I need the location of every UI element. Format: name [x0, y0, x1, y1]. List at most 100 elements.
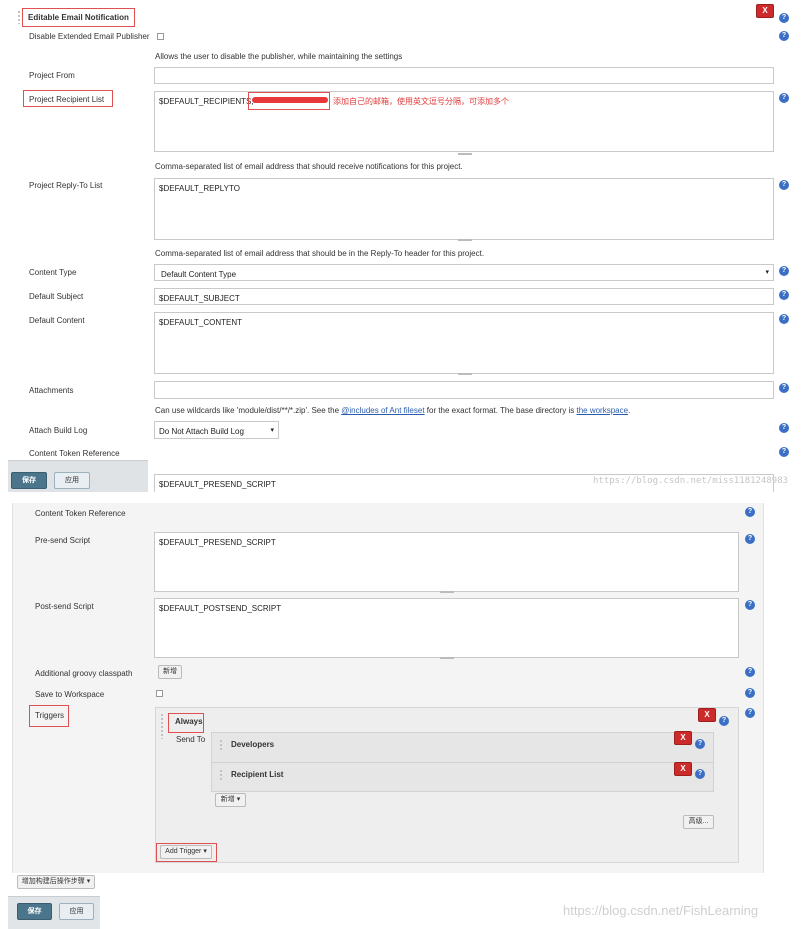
apply-button[interactable]: 应用 — [59, 903, 94, 920]
highlight-recipient-value — [248, 92, 330, 110]
dropdown-arrow-icon: ▾ — [86, 878, 91, 885]
content-token-reference-label: Content Token Reference — [35, 509, 126, 518]
add-classpath-button[interactable]: 新增 — [158, 665, 182, 679]
save-button[interactable]: 保存 — [11, 472, 47, 489]
help-icon[interactable]: ? — [745, 667, 755, 677]
default-content-value: $DEFAULT_CONTENT — [159, 318, 242, 327]
default-content-label: Default Content — [29, 316, 85, 325]
add-post-build-step-label: 增加构建后操作步骤 — [21, 878, 85, 885]
help-icon[interactable]: ? — [695, 769, 705, 779]
add-post-build-step-button[interactable]: 增加构建后操作步骤 ▾ — [17, 875, 95, 889]
lower-screenshot: Content Token Reference ? Pre-send Scrip… — [0, 503, 809, 929]
ant-fileset-link[interactable]: @includes of Ant fileset — [341, 406, 424, 415]
help-icon[interactable]: ? — [779, 93, 789, 103]
watermark-text: https://blog.csdn.net/FishLearning — [563, 903, 759, 918]
textarea-resize-grip[interactable] — [458, 239, 472, 241]
project-from-label: Project From — [29, 71, 75, 80]
groovy-classpath-label: Additional groovy classpath — [35, 669, 133, 678]
trigger-name: Always — [175, 717, 203, 726]
drag-handle[interactable] — [17, 10, 21, 24]
postsend-script-value: $DEFAULT_POSTSEND_SCRIPT — [159, 604, 282, 613]
drag-handle[interactable] — [160, 713, 164, 739]
delete-recipient-type-button[interactable]: X — [674, 731, 692, 745]
help-icon[interactable]: ? — [779, 31, 789, 41]
help-icon[interactable]: ? — [745, 600, 755, 610]
help-icon[interactable]: ? — [745, 708, 755, 718]
attach-build-log-value: Do Not Attach Build Log — [159, 427, 244, 436]
textarea-resize-grip[interactable] — [440, 591, 454, 593]
attachments-help-text: for the exact format. The base directory… — [424, 406, 577, 415]
add-trigger-button[interactable]: Add Trigger ▾ — [160, 845, 212, 859]
reply-to-label: Project Reply-To List — [29, 181, 103, 190]
reply-to-description: Comma-separated list of email address th… — [155, 249, 485, 258]
apply-button[interactable]: 应用 — [54, 472, 90, 489]
help-icon[interactable]: ? — [779, 266, 789, 276]
help-icon[interactable]: ? — [719, 716, 729, 726]
dropdown-arrow-icon: ▾ — [270, 427, 274, 434]
help-icon[interactable]: ? — [779, 180, 789, 190]
recipient-list-description: Comma-separated list of email address th… — [155, 162, 463, 171]
textarea-resize-grip[interactable] — [458, 153, 472, 155]
advanced-button[interactable]: 高级... — [683, 815, 714, 829]
reply-to-textarea[interactable]: $DEFAULT_REPLYTO — [154, 178, 774, 240]
textarea-resize-grip[interactable] — [458, 373, 472, 375]
attachments-help-text: Can use wildcards like 'module/dist/**/*… — [155, 406, 342, 415]
content-type-value: Default Content Type — [161, 270, 237, 279]
delete-recipient-type-button[interactable]: X — [674, 762, 692, 776]
postsend-script-label: Post-send Script — [35, 602, 94, 611]
help-icon[interactable]: ? — [745, 534, 755, 544]
default-content-textarea[interactable]: $DEFAULT_CONTENT — [154, 312, 774, 374]
attachments-input[interactable] — [154, 381, 774, 399]
recipient-type-name: Recipient List — [231, 770, 284, 779]
save-button[interactable]: 保存 — [17, 903, 52, 920]
help-icon[interactable]: ? — [745, 507, 755, 517]
save-to-workspace-checkbox[interactable] — [156, 690, 163, 697]
workspace-link[interactable]: the workspace — [576, 406, 628, 415]
help-icon[interactable]: ? — [779, 314, 789, 324]
attachments-help-text: . — [628, 406, 631, 415]
help-icon[interactable]: ? — [779, 423, 789, 433]
attachments-label: Attachments — [29, 386, 74, 395]
attach-build-log-select[interactable]: Do Not Attach Build Log ▾ — [154, 421, 279, 439]
dropdown-arrow-icon: ▾ — [236, 796, 241, 803]
recipient-list-value: $DEFAULT_RECIPIENTS, — [159, 97, 254, 106]
disable-publisher-description: Allows the user to disable the publisher… — [155, 52, 403, 61]
delete-trigger-button[interactable]: X — [698, 708, 716, 722]
postsend-script-textarea[interactable]: $DEFAULT_POSTSEND_SCRIPT — [154, 598, 739, 658]
reply-to-value: $DEFAULT_REPLYTO — [159, 184, 240, 193]
presend-script-textarea[interactable]: $DEFAULT_PRESEND_SCRIPT — [154, 532, 739, 592]
delete-section-button[interactable]: X — [756, 4, 774, 18]
add-recipient-type-label: 新增 — [220, 796, 235, 803]
recipient-list-label: Project Recipient List — [29, 95, 105, 104]
drag-handle[interactable] — [219, 739, 223, 751]
presend-script-value: $DEFAULT_PRESEND_SCRIPT — [159, 538, 276, 547]
attachments-description: Can use wildcards like 'module/dist/**/*… — [155, 406, 630, 415]
presend-script-value: $DEFAULT_PRESEND_SCRIPT — [159, 480, 276, 489]
project-from-input[interactable] — [154, 67, 774, 84]
disable-publisher-checkbox[interactable] — [157, 33, 164, 40]
help-icon[interactable]: ? — [779, 290, 789, 300]
default-subject-input[interactable]: $DEFAULT_SUBJECT — [154, 288, 774, 305]
upper-screenshot: Editable Email Notification X ? Disable … — [0, 0, 809, 492]
content-token-reference-label: Content Token Reference — [29, 449, 120, 458]
recipient-annotation: 添加自己的邮箱，使用英文逗号分隔，可添加多个 — [333, 97, 509, 106]
disable-publisher-label: Disable Extended Email Publisher — [29, 32, 150, 41]
section-title: Editable Email Notification — [28, 13, 129, 22]
textarea-resize-grip[interactable] — [440, 657, 454, 659]
help-icon[interactable]: ? — [695, 739, 705, 749]
watermark-text: https://blog.csdn.net/miss1181248983 — [593, 476, 789, 486]
help-icon[interactable]: ? — [779, 13, 789, 23]
triggers-label: Triggers — [35, 711, 65, 720]
content-type-select[interactable]: Default Content Type ▾ — [154, 264, 774, 281]
save-to-workspace-label: Save to Workspace — [35, 690, 105, 699]
add-recipient-type-button[interactable]: 新增 ▾ — [215, 793, 246, 807]
recipient-type-name: Developers — [231, 740, 275, 749]
help-icon[interactable]: ? — [779, 447, 789, 457]
add-trigger-label: Add Trigger — [165, 848, 202, 855]
send-to-label: Send To — [176, 735, 206, 744]
dropdown-arrow-icon: ▾ — [765, 269, 769, 276]
drag-handle[interactable] — [219, 769, 223, 781]
help-icon[interactable]: ? — [779, 383, 789, 393]
dropdown-arrow-icon: ▾ — [203, 848, 207, 855]
help-icon[interactable]: ? — [745, 688, 755, 698]
